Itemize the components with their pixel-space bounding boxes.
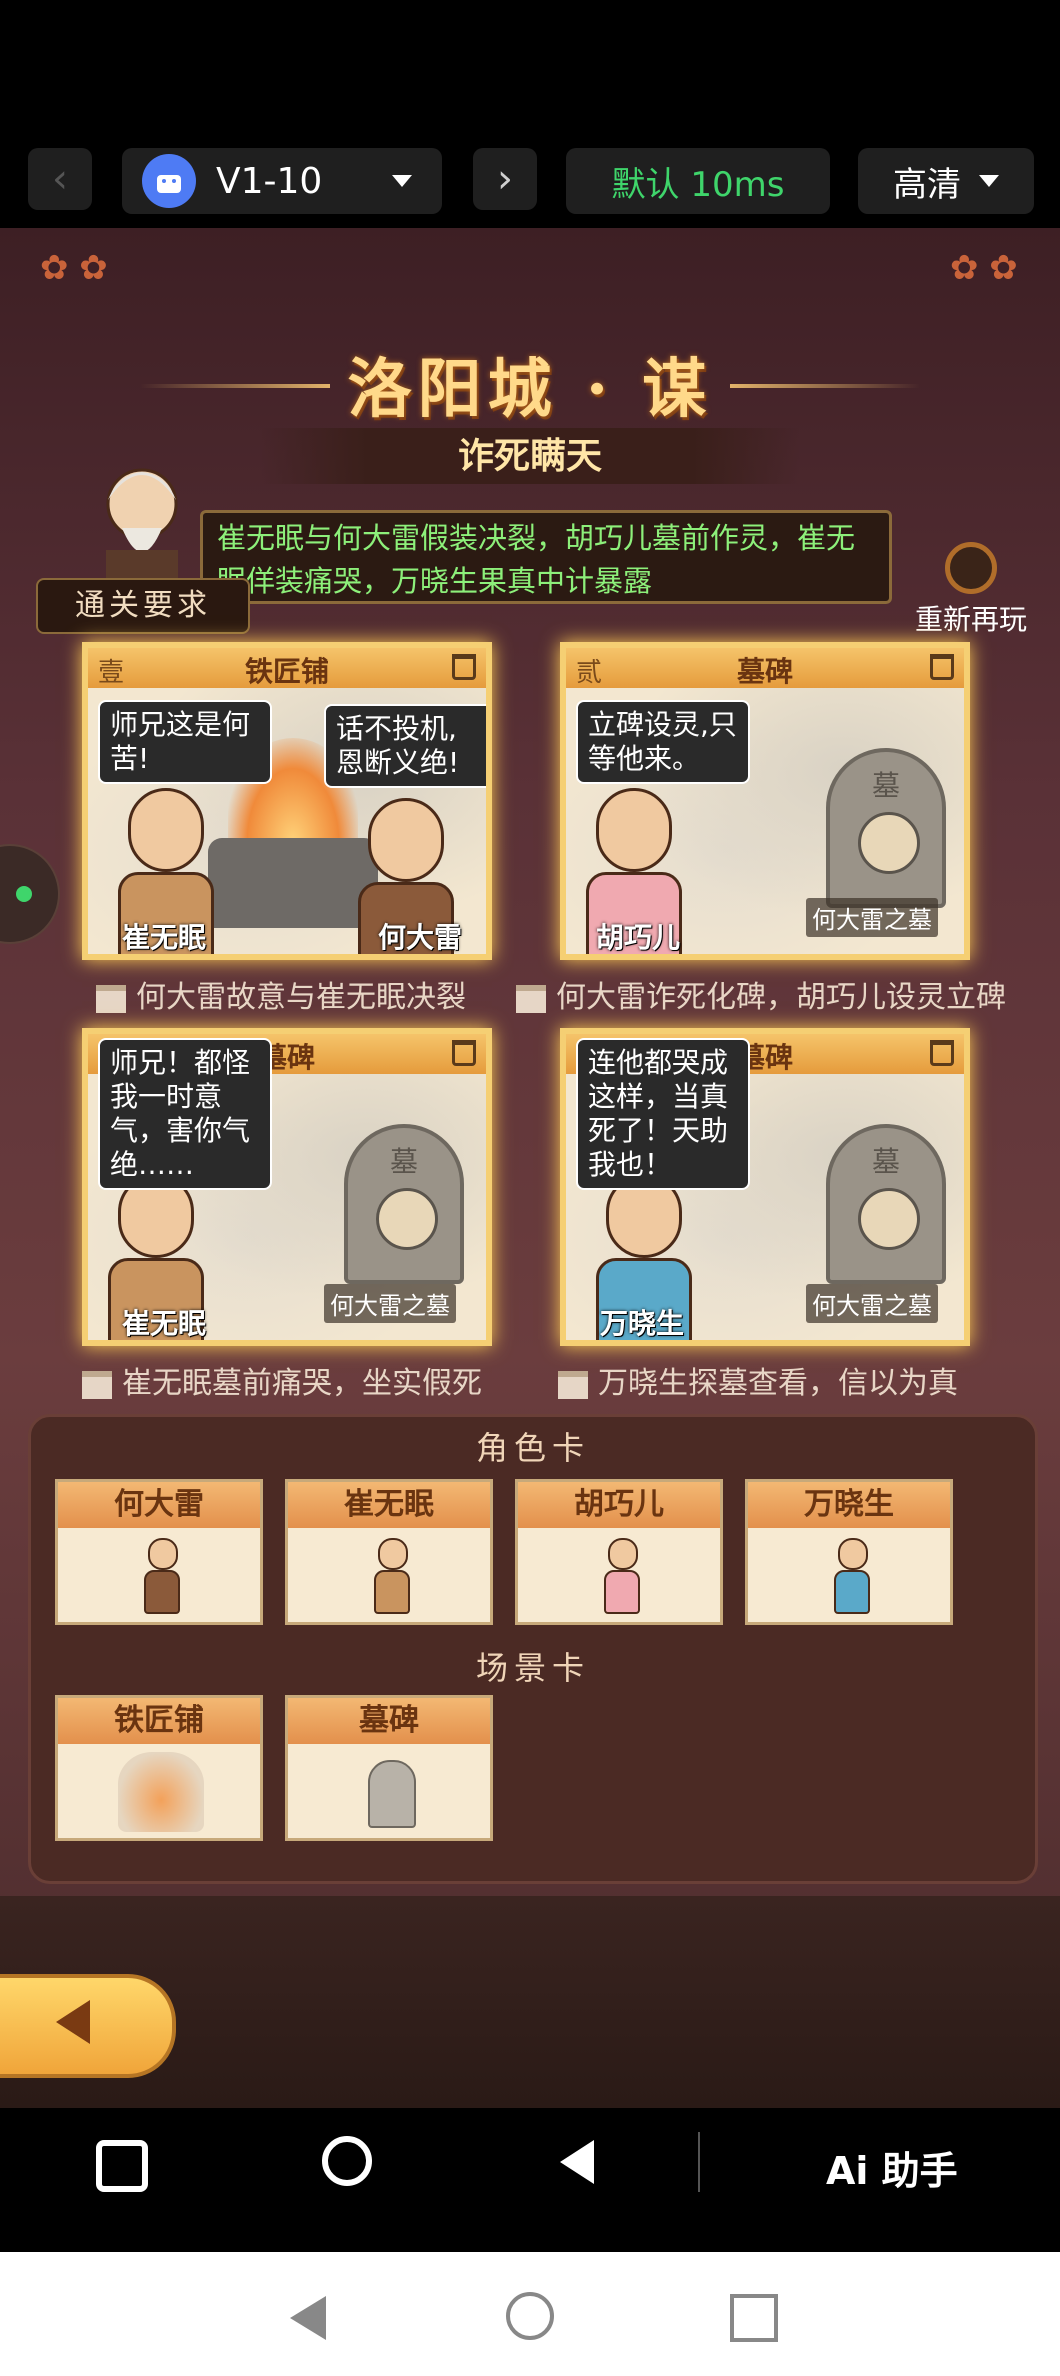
status-dot-icon: [16, 886, 32, 902]
speech-bubble: 连他都哭成这样，当真死了！天助我也！: [576, 1038, 750, 1190]
trash-icon[interactable]: [930, 1040, 954, 1066]
scene-card[interactable]: 铁匠铺: [55, 1695, 263, 1841]
card-header: 壹 铁匠铺: [88, 648, 486, 688]
story-card-2[interactable]: 墓 何大雷之墓 贰 墓碑 立碑设灵,只等他来。 胡巧儿: [560, 642, 970, 960]
system-recents-icon[interactable]: [730, 2294, 778, 2342]
back-button[interactable]: [0, 1974, 176, 2078]
scene-card[interactable]: 墓碑: [285, 1695, 493, 1841]
floating-assistant-button[interactable]: [0, 844, 60, 944]
android-icon: [142, 154, 196, 208]
card-caption: 何大雷诈死化碑，胡巧儿设灵立碑: [516, 972, 1006, 1016]
level-subtitle-bar: 诈死瞒天: [260, 428, 800, 484]
elder-advisor-avatar: [106, 468, 178, 580]
chevron-right-icon: ›: [497, 156, 513, 202]
story-card-1[interactable]: 壹 铁匠铺 师兄这是何苦! 话不投机,恩断义绝! 崔无眠 何大雷: [82, 642, 492, 960]
home-icon[interactable]: [322, 2136, 372, 2186]
chevron-left-icon: ‹: [52, 156, 68, 202]
clapperboard-icon: [516, 984, 546, 1013]
trash-icon[interactable]: [452, 1040, 476, 1066]
role-card[interactable]: 崔无眠: [285, 1479, 493, 1625]
tomb-thumbnail: [368, 1760, 416, 1828]
quality-label: 高清: [893, 164, 961, 205]
delay-selector[interactable]: 默认 10ms: [566, 148, 830, 214]
device-label: V1-10: [216, 160, 323, 202]
role-cards-title: 角色卡: [475, 1429, 590, 1467]
portrait-icon: [858, 812, 920, 874]
plum-blossom-decoration: ✿ ✿: [40, 248, 108, 288]
tombstone: 墓: [826, 1124, 946, 1284]
scene-cards-title: 场景卡: [475, 1649, 590, 1687]
trash-icon[interactable]: [452, 654, 476, 680]
portrait-icon: [858, 1188, 920, 1250]
system-home-icon[interactable]: [506, 2292, 554, 2340]
clapperboard-icon: [96, 984, 126, 1013]
clapperboard-icon: [82, 1370, 112, 1399]
tomb-plate: 何大雷之墓: [806, 1284, 938, 1323]
role-card[interactable]: 万晓生: [745, 1479, 953, 1625]
tombstone: 墓: [344, 1124, 464, 1284]
clapperboard-icon: [558, 1370, 588, 1399]
level-title-row: 洛阳城 · 谋: [0, 338, 1060, 430]
speech-bubble: 师兄！都怪我一时意气，害你气绝……: [98, 1038, 272, 1190]
tombstone: 墓: [826, 748, 946, 908]
tomb-plate: 何大雷之墓: [324, 1284, 456, 1323]
character-name: 崔无眠: [122, 1307, 207, 1340]
card-tray: 角色卡 何大雷 崔无眠 胡巧儿 万晓生 场景卡 铁匠铺 墓碑: [28, 1414, 1038, 1884]
card-header: 贰 墓碑: [566, 648, 964, 688]
speech-bubble: 师兄这是何苦!: [98, 700, 272, 784]
level-title: 洛阳城 · 谋: [347, 352, 713, 427]
chevron-down-icon: [392, 175, 413, 187]
character-name: 万晓生: [600, 1307, 685, 1340]
card-scene-name: 墓碑: [736, 655, 793, 688]
tomb-plate: 何大雷之墓: [806, 898, 938, 937]
prev-button[interactable]: ‹: [28, 148, 92, 210]
replay-button[interactable]: 重新再玩: [906, 542, 1036, 638]
role-card[interactable]: 何大雷: [55, 1479, 263, 1625]
card-scene-name: 铁匠铺: [244, 655, 329, 688]
back-arrow-icon: [56, 2000, 90, 2044]
quality-selector[interactable]: 高清: [858, 148, 1034, 214]
mission-description: 崔无眠与何大雷假装决裂，胡巧儿墓前作灵，崔无眠佯装痛哭，万晓生果真中计暴露: [200, 510, 892, 604]
back-icon[interactable]: [560, 2140, 594, 2184]
next-button[interactable]: ›: [473, 148, 537, 210]
speech-bubble: 话不投机,恩断义绝!: [324, 704, 486, 788]
recent-apps-icon[interactable]: [96, 2140, 148, 2192]
game-screen: ✿ ✿ ✿ ✿ 洛阳城 · 谋 诈死瞒天 崔无眠与何大雷假装决裂，胡巧儿墓前作灵…: [0, 228, 1060, 2108]
card-caption: 万晓生探墓查看，信以为真: [558, 1358, 958, 1402]
divider: [698, 2132, 700, 2192]
portrait-icon: [376, 1188, 438, 1250]
ai-assistant-button[interactable]: Ai 助手: [826, 2140, 958, 2195]
replay-icon: [945, 542, 997, 594]
role-card[interactable]: 胡巧儿: [515, 1479, 723, 1625]
character-name: 何大雷: [378, 921, 463, 954]
device-selector[interactable]: V1-10: [122, 148, 442, 214]
trash-icon[interactable]: [930, 654, 954, 680]
delay-label: 默认 10ms: [611, 164, 785, 205]
story-card-3[interactable]: 墓 何大雷之墓 墓碑 师兄！都怪我一时意气，害你气绝…… 崔无眠: [82, 1028, 492, 1346]
plum-blossom-decoration: ✿ ✿: [950, 248, 1018, 288]
stream-toolbar: ‹ V1-10 › 默认 10ms 高清: [0, 0, 1060, 228]
forge-thumbnail: [118, 1752, 204, 1832]
level-subtitle: 诈死瞒天: [457, 435, 602, 477]
replay-label: 重新再玩: [914, 603, 1027, 636]
speech-bubble: 立碑设灵,只等他来。: [576, 700, 750, 784]
chevron-down-icon: [979, 175, 999, 187]
character-name: 胡巧儿: [596, 921, 681, 954]
card-caption: 何大雷故意与崔无眠决裂: [96, 972, 466, 1016]
character-name: 崔无眠: [122, 921, 207, 954]
anvil: [208, 838, 378, 928]
card-caption: 崔无眠墓前痛哭，坐实假死: [82, 1358, 482, 1402]
system-back-icon[interactable]: [290, 2296, 326, 2340]
mission-requirement-label: 通关要求: [36, 578, 250, 634]
story-card-4[interactable]: 墓 何大雷之墓 墓碑 连他都哭成这样，当真死了！天助我也！ 万晓生: [560, 1028, 970, 1346]
